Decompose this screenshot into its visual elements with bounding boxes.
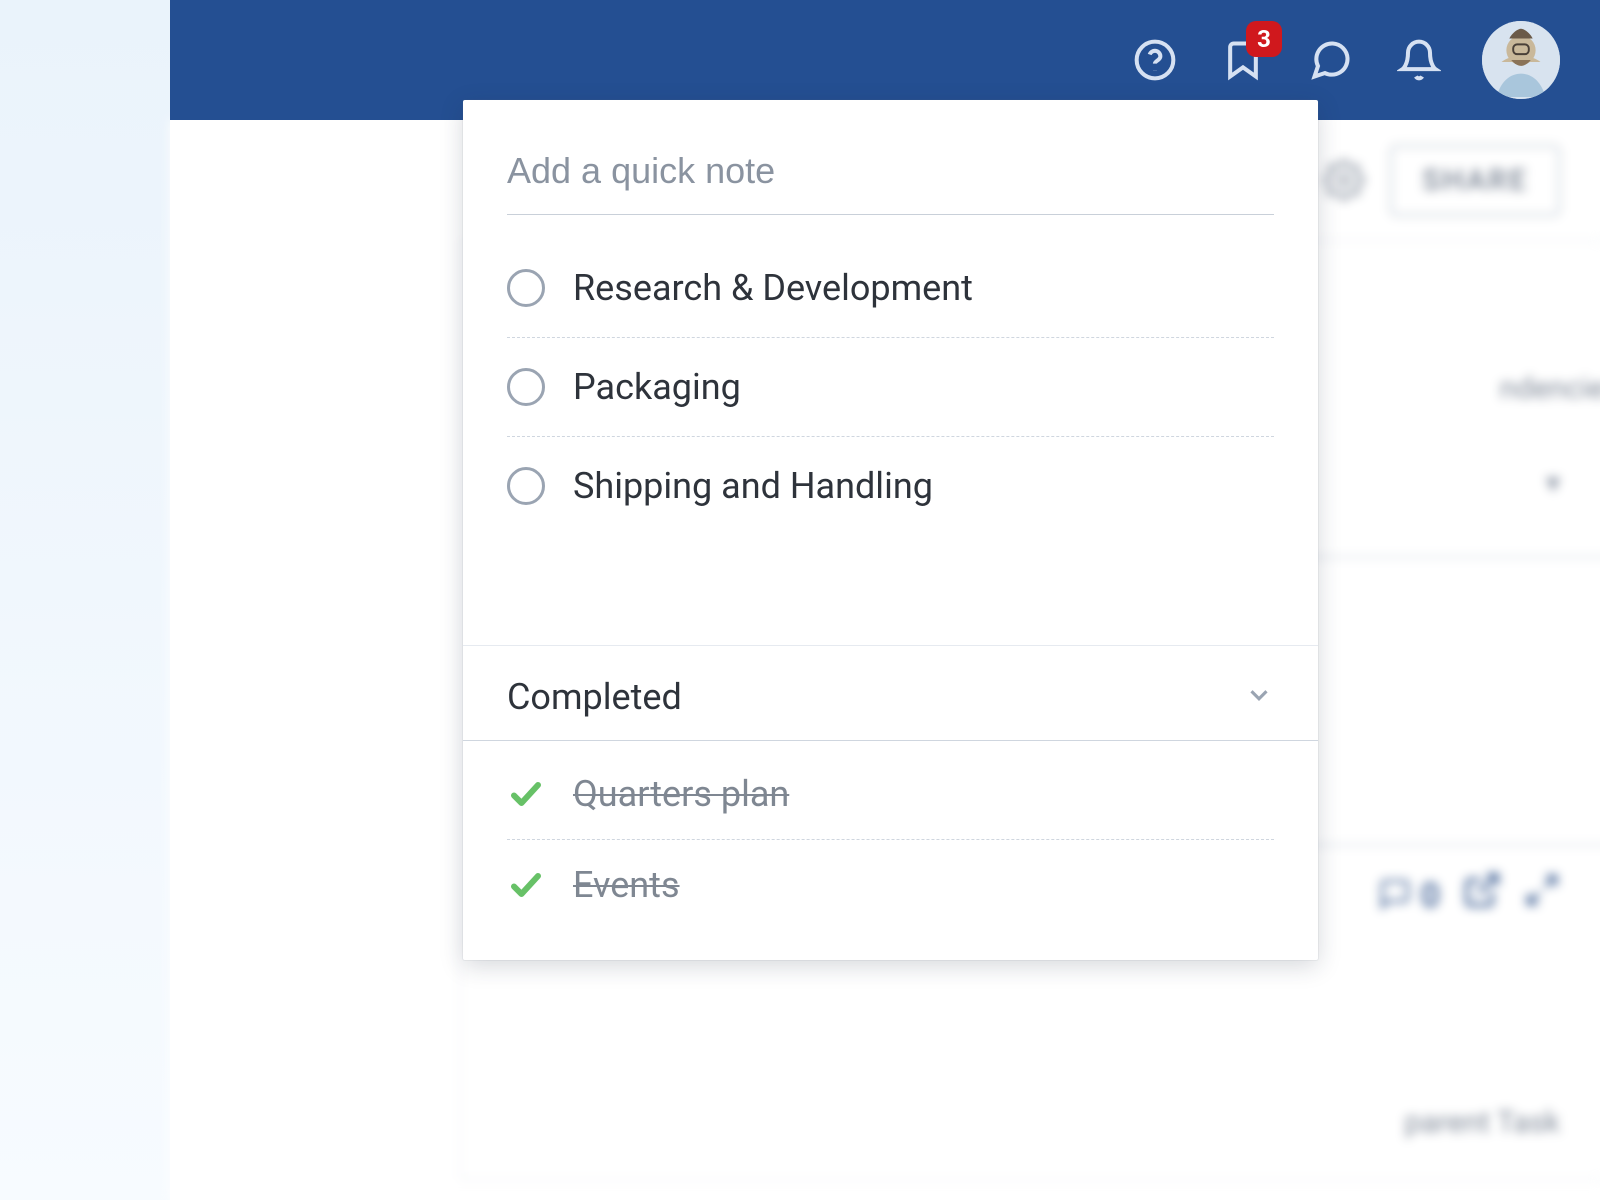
quick-note-input[interactable] [507,150,1274,215]
expand-icon[interactable] [1524,872,1560,917]
completed-item-quarters-plan[interactable]: Quarters plan [507,749,1274,840]
left-gradient-strip [0,0,170,1200]
radio-unchecked-icon[interactable] [507,467,545,505]
radio-unchecked-icon[interactable] [507,269,545,307]
task-item-shipping-handling[interactable]: Shipping and Handling [507,437,1274,535]
completed-task-list: Quarters plan Events [463,741,1318,930]
share-button[interactable]: SHARE [1390,145,1560,216]
task-label: Research & Development [573,267,973,309]
note-input-row [463,100,1318,231]
chevron-down-icon [1244,680,1274,714]
task-label: Packaging [573,366,741,408]
completed-item-events[interactable]: Events [507,840,1274,930]
check-icon [507,775,545,813]
completed-task-label: Events [573,864,680,906]
completed-heading: Completed [507,676,682,718]
settings-gear-icon[interactable] [1320,156,1368,204]
task-action-icons: 0 [1378,870,1560,919]
quick-note-panel: Research & Development Packaging Shippin… [463,100,1318,960]
task-item-research-development[interactable]: Research & Development [507,239,1274,338]
help-icon[interactable] [1130,35,1180,85]
completed-task-label: Quarters plan [573,773,789,815]
bookmark-icon[interactable]: 3 [1218,35,1268,85]
open-task-list: Research & Development Packaging Shippin… [463,231,1318,535]
dropdown-caret-icon[interactable]: ▾ [1546,466,1560,499]
open-external-icon[interactable] [1462,870,1502,919]
task-item-packaging[interactable]: Packaging [507,338,1274,437]
bell-icon[interactable] [1394,35,1444,85]
radio-unchecked-icon[interactable] [507,368,545,406]
action-count: 0 [1378,874,1440,916]
check-icon [507,866,545,904]
notification-badge: 3 [1246,21,1282,57]
task-label: Shipping and Handling [573,465,933,507]
completed-toggle[interactable]: Completed [463,646,1318,741]
user-avatar[interactable] [1482,21,1560,99]
completed-section: Completed Quarters plan Events [463,645,1318,930]
chat-icon[interactable] [1306,35,1356,85]
parent-task-label: parent Task [1405,1105,1560,1140]
tab-label: ndencies [1500,371,1600,406]
